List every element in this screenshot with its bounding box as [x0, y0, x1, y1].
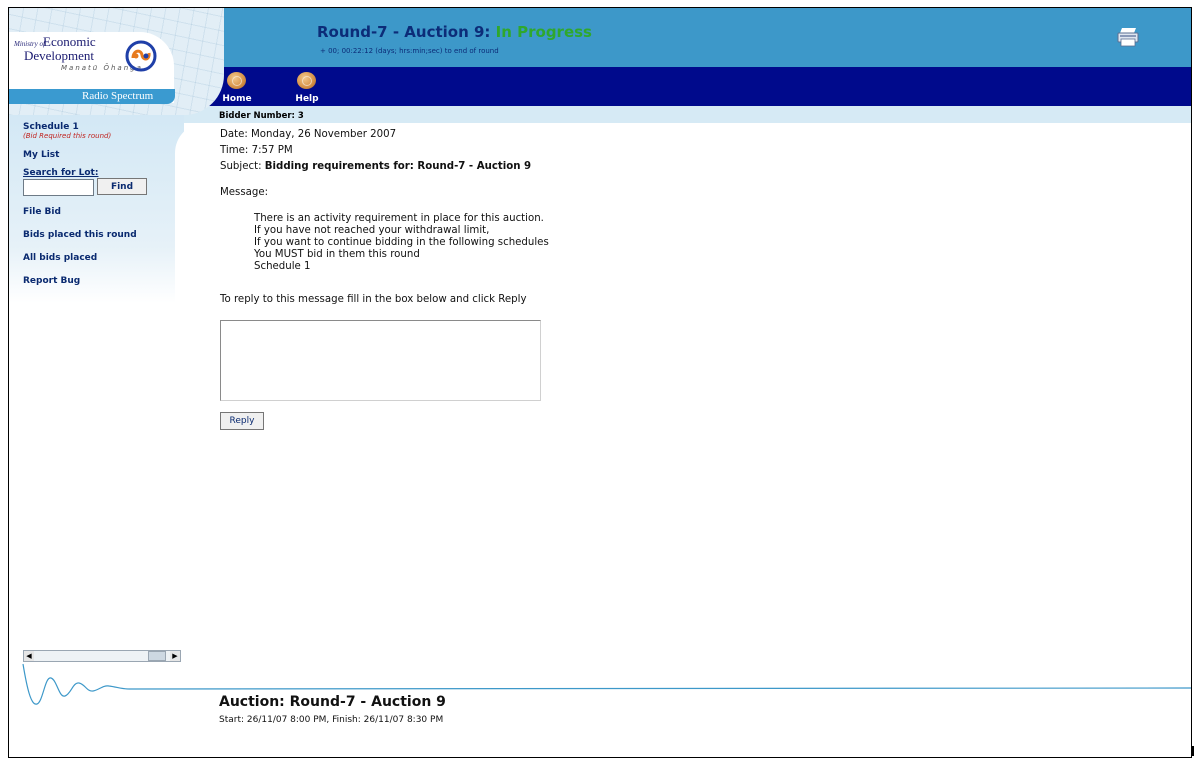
- footer-auction-times: Start: 26/11/07 8:00 PM, Finish: 26/11/0…: [219, 715, 444, 725]
- message-date: Date: Monday, 26 November 2007: [220, 129, 397, 140]
- help-coin-icon: [297, 72, 316, 89]
- home-coin-icon: [227, 72, 246, 89]
- message-line: If you want to continue bidding in the f…: [254, 237, 549, 248]
- message-line: Schedule 1: [254, 261, 311, 272]
- message-subject: Subject: Bidding requirements for: Round…: [220, 161, 531, 172]
- reply-button[interactable]: Reply: [220, 412, 264, 430]
- find-button[interactable]: Find: [97, 178, 147, 195]
- radio-spectrum-text: Radio Spectrum: [82, 90, 154, 102]
- sidebar-curve: [175, 123, 215, 303]
- sidebar-item-file-bid[interactable]: File Bid: [23, 207, 61, 217]
- help-label: Help: [295, 94, 319, 104]
- ministry-logo: Ministry of Economic Development Manatū …: [9, 8, 224, 115]
- radio-spectrum-band: Radio Spectrum: [9, 89, 175, 104]
- subject-prefix: Subject:: [220, 161, 265, 172]
- subject-text: Bidding requirements for: Round-7 - Auct…: [264, 161, 532, 172]
- message-label: Message:: [220, 187, 269, 198]
- message-line: There is an activity requirement in plac…: [254, 213, 544, 224]
- logo-development-text: Development: [24, 48, 95, 63]
- sidebar-item-report-bug[interactable]: Report Bug: [23, 276, 80, 286]
- search-for-lot-label[interactable]: Search for Lot:: [23, 168, 98, 178]
- footer-wave-graphic: [22, 663, 1191, 705]
- bidder-number: Bidder Number: 3: [219, 111, 304, 121]
- reply-instructions: To reply to this message fill in the box…: [220, 294, 527, 305]
- swirl-logo-icon: [125, 40, 157, 72]
- search-lot-input[interactable]: [23, 179, 94, 196]
- reply-textarea[interactable]: [220, 320, 541, 401]
- sidebar-item-all-bids[interactable]: All bids placed: [23, 253, 97, 263]
- sidebar-item-bids-this-round[interactable]: Bids placed this round: [23, 230, 137, 240]
- status-text: In Progress: [495, 23, 592, 41]
- logo-ministry-text: Ministry of: [14, 40, 45, 48]
- sidebar-item-schedule-1[interactable]: Schedule 1: [23, 122, 79, 132]
- page-title: Round-7 - Auction 9: In Progress: [317, 23, 592, 41]
- sidebar-item-my-list[interactable]: My List: [23, 150, 59, 160]
- auction-round-title: Round-7 - Auction 9:: [317, 23, 496, 41]
- message-line: You MUST bid in them this round: [254, 249, 420, 260]
- corner-mark: [1192, 746, 1194, 756]
- round-countdown: + 00; 00:22:12 (days; hrs:min;sec) to en…: [320, 47, 499, 55]
- page-frame: Round-7 - Auction 9: In Progress + 00; 0…: [8, 7, 1192, 758]
- schedule-bid-required-note: (Bid Required this round): [23, 132, 112, 140]
- help-button[interactable]: Help: [287, 67, 327, 106]
- printer-icon[interactable]: [1117, 27, 1139, 47]
- footer-auction-title: Auction: Round-7 - Auction 9: [219, 694, 446, 710]
- message-line: If you have not reached your withdrawal …: [254, 225, 490, 236]
- message-time: Time: 7:57 PM: [220, 145, 293, 156]
